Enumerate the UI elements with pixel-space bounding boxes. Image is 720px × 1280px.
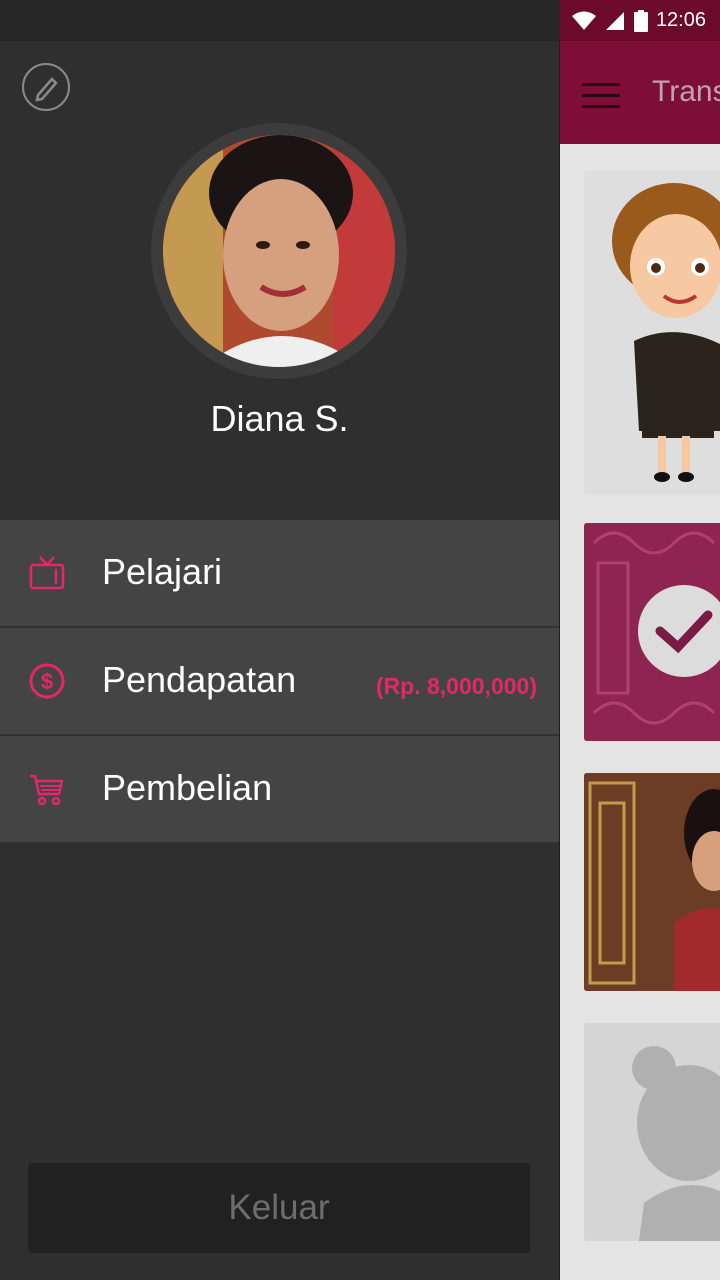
tv-icon <box>29 556 65 590</box>
user-name: Diana S. <box>210 398 349 439</box>
menu-item-pembelian[interactable]: Pembelian <box>0 736 559 844</box>
pencil-icon <box>35 77 58 102</box>
menu-item-label: Pendapatan <box>102 659 297 700</box>
logout-button[interactable]: Keluar <box>28 1163 530 1253</box>
navigation-drawer: Diana S. Pelajari $ Pendapatan (Rp. 8,00… <box>0 41 560 1280</box>
avatar-frame <box>151 123 407 379</box>
status-bar-indicators: 12:06 <box>560 0 720 41</box>
battery-icon <box>633 9 648 32</box>
menu-item-label: Pembelian <box>102 767 273 808</box>
user-photo-image <box>163 135 395 367</box>
dim-overlay[interactable] <box>560 41 720 1280</box>
background-app: Trans <box>560 41 720 1280</box>
dollar-circle-icon: $ <box>29 663 65 699</box>
cart-icon <box>30 774 64 806</box>
status-time: 12:06 <box>655 9 706 31</box>
status-bar: 12:06 <box>0 0 720 41</box>
menu-item-pelajari[interactable]: Pelajari <box>0 520 559 628</box>
edit-profile-button[interactable] <box>22 63 70 111</box>
menu-item-label: Pelajari <box>102 551 223 592</box>
drawer-menu: Pelajari $ Pendapatan (Rp. 8,000,000) Pe… <box>0 520 559 844</box>
wifi-icon <box>571 11 596 30</box>
avatar[interactable] <box>163 135 395 367</box>
menu-item-pendapatan[interactable]: $ Pendapatan (Rp. 8,000,000) <box>0 628 559 736</box>
signal-icon <box>605 11 624 30</box>
earnings-amount: (Rp. 8,000,000) <box>375 673 537 699</box>
svg-text:$: $ <box>41 669 53 694</box>
